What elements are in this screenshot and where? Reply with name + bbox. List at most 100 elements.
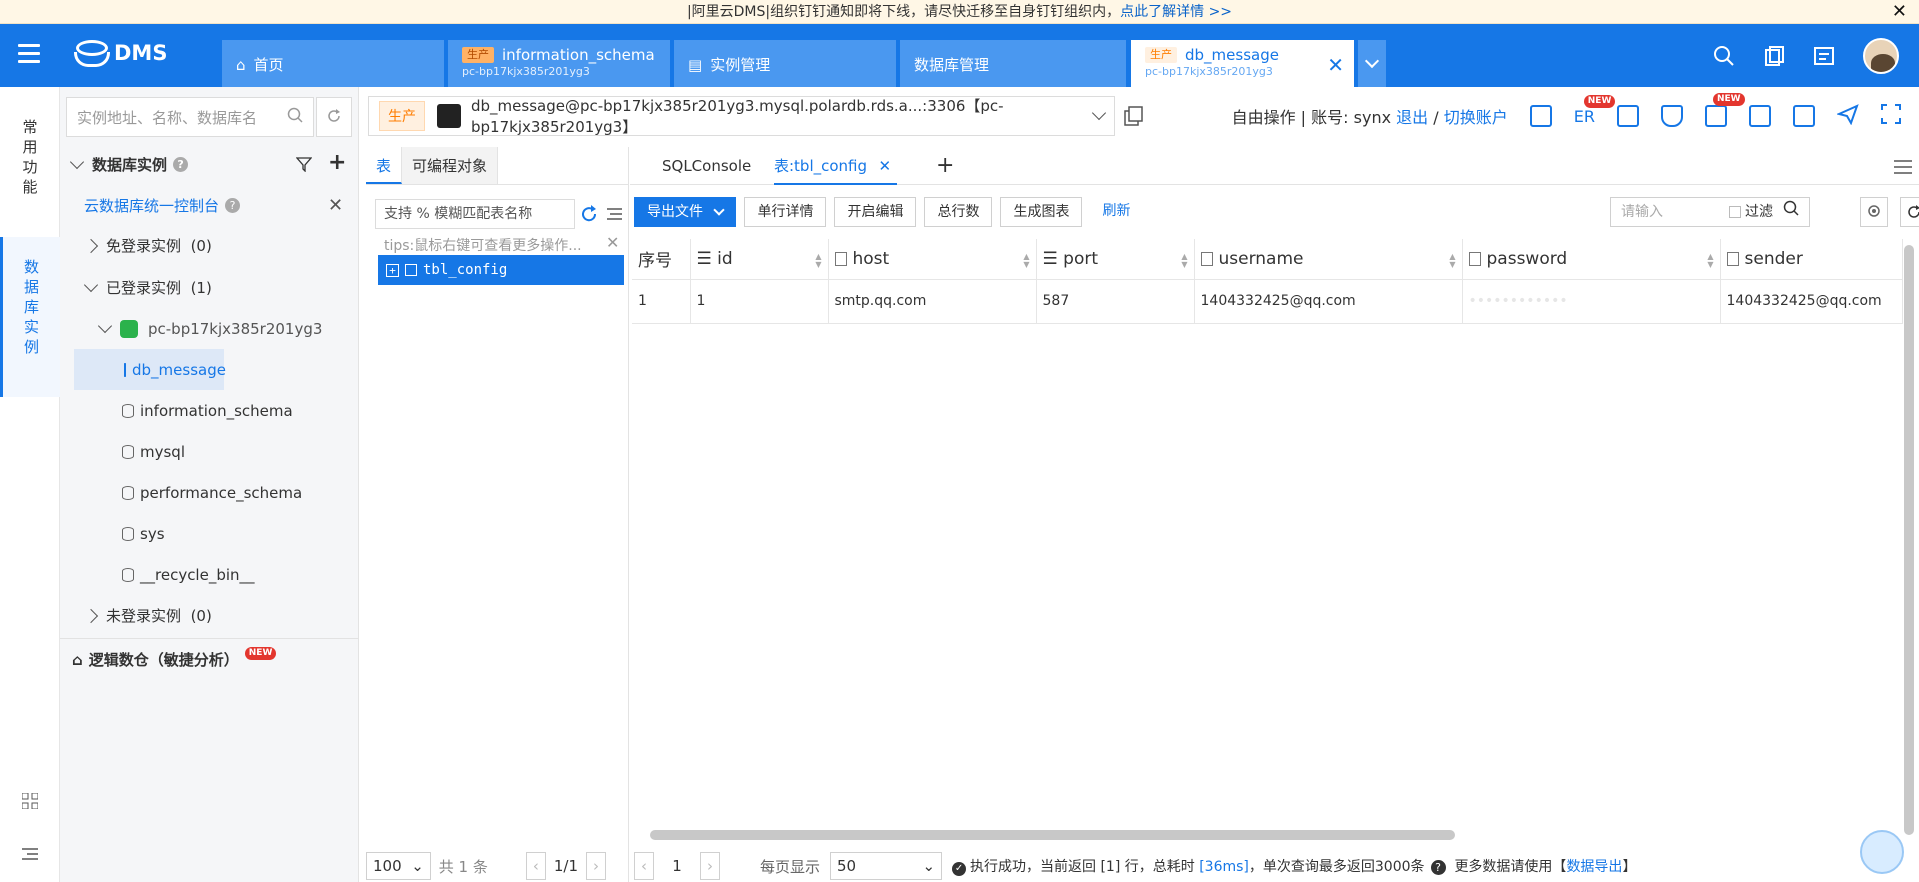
table-cell[interactable]: 1 bbox=[632, 279, 691, 324]
close-icon[interactable]: ✕ bbox=[878, 147, 891, 185]
tab-sql-console[interactable]: SQLConsole bbox=[662, 147, 751, 185]
console-link[interactable]: 云数据库统一控制台 bbox=[84, 195, 219, 216]
add-tab-icon[interactable]: + bbox=[936, 147, 954, 185]
tab-tbl-config[interactable]: 表:tbl_config ✕ bbox=[774, 147, 898, 185]
group-not-logged-in[interactable]: 未登录实例 (0) bbox=[60, 595, 359, 636]
horizontal-scrollbar[interactable] bbox=[650, 830, 1455, 840]
sort-icon[interactable]: ▲ ▼ bbox=[1181, 252, 1187, 269]
instance-selector[interactable]: 生产 db_message@pc-bp17kjx385r201yg3.mysql… bbox=[368, 96, 1115, 136]
sort-icon[interactable]: ▲ ▼ bbox=[815, 252, 821, 269]
send-icon[interactable] bbox=[1835, 103, 1859, 129]
tab-programmable[interactable]: 可编程对象 bbox=[402, 147, 499, 184]
table-item[interactable]: + tbl_config bbox=[378, 255, 624, 285]
copy-icon[interactable] bbox=[1124, 106, 1144, 130]
menu-icon[interactable] bbox=[18, 44, 40, 64]
sort-icon[interactable]: ▲ ▼ bbox=[1707, 252, 1713, 269]
close-icon[interactable]: ✕ bbox=[1892, 0, 1907, 24]
per-page-select[interactable]: 50 ⌄ bbox=[830, 852, 943, 880]
help-icon[interactable]: ? bbox=[225, 198, 241, 213]
next-page-button[interactable]: › bbox=[700, 852, 720, 880]
collapse-icon[interactable] bbox=[22, 847, 38, 865]
er-button[interactable]: ER NEW bbox=[1574, 94, 1616, 126]
menu-icon[interactable] bbox=[1894, 159, 1912, 179]
current-page[interactable]: 1 bbox=[664, 857, 690, 875]
search-icon[interactable] bbox=[1713, 45, 1735, 67]
prev-page-button[interactable]: ‹ bbox=[525, 852, 546, 880]
close-icon[interactable]: ✕ bbox=[328, 195, 343, 216]
table-search-input[interactable]: 支持 % 模糊匹配表名称 bbox=[375, 199, 575, 229]
help-icon[interactable]: ? bbox=[173, 157, 189, 172]
copy-icon[interactable] bbox=[1763, 45, 1785, 67]
logout-link[interactable]: 退出 bbox=[1396, 108, 1428, 127]
column-header[interactable]: ☰ id ▲ ▼ bbox=[690, 239, 829, 280]
notice-link[interactable]: 点此了解详情 >> bbox=[1120, 4, 1232, 20]
total-rows-button[interactable]: 总行数 bbox=[924, 197, 993, 227]
apps-icon[interactable] bbox=[21, 792, 39, 813]
reload-button[interactable] bbox=[1900, 197, 1919, 227]
tab-database-management[interactable]: 数据库管理 bbox=[900, 40, 1126, 87]
sort-icon[interactable]: ▲ ▼ bbox=[1023, 252, 1029, 269]
filter-checkbox[interactable] bbox=[1729, 206, 1741, 218]
list-icon[interactable] bbox=[1793, 105, 1815, 127]
column-header[interactable]: password ▲ ▼ bbox=[1462, 239, 1721, 280]
add-icon[interactable]: + bbox=[328, 150, 346, 175]
table-row[interactable]: 1 1 smtp.qq.com 587 1404332425@qq.com ••… bbox=[632, 279, 1903, 324]
app-logo[interactable]: DMS bbox=[72, 38, 167, 68]
doc-icon[interactable]: NEW bbox=[1705, 93, 1745, 127]
help-icon[interactable]: ? bbox=[1430, 860, 1446, 875]
table-cell[interactable]: •••••••••••• bbox=[1462, 279, 1721, 324]
close-icon[interactable]: ✕ bbox=[606, 233, 619, 252]
search-icon[interactable] bbox=[1783, 198, 1799, 226]
db-item[interactable]: mysql bbox=[60, 431, 359, 472]
chart-icon[interactable] bbox=[1617, 105, 1639, 127]
instance-search-input[interactable]: 实例地址、名称、数据库名 bbox=[66, 97, 314, 137]
tab-home[interactable]: ⌂ 首页 bbox=[222, 40, 444, 87]
column-header[interactable]: host ▲ ▼ bbox=[828, 239, 1037, 280]
group-logged-in[interactable]: 已登录实例 (1) bbox=[60, 267, 359, 308]
settings-button[interactable] bbox=[1860, 197, 1888, 227]
enable-edit-button[interactable]: 开启编辑 bbox=[834, 197, 917, 227]
refresh-button[interactable] bbox=[316, 97, 352, 137]
refresh-icon[interactable] bbox=[580, 205, 598, 227]
instance-node[interactable]: pc-bp17kjx385r201yg3 bbox=[60, 308, 359, 349]
shield-icon[interactable] bbox=[1661, 105, 1683, 127]
column-header[interactable]: ☰ port ▲ ▼ bbox=[1036, 239, 1195, 280]
table-icon[interactable] bbox=[1529, 105, 1552, 127]
filter-icon[interactable] bbox=[295, 156, 313, 176]
filter-input[interactable]: 请输入 过滤 bbox=[1610, 197, 1810, 227]
table-cell[interactable]: 587 bbox=[1036, 279, 1195, 324]
logic-db-row[interactable]: ⌂ 逻辑数仓（敏捷分析） NEW bbox=[60, 639, 359, 680]
section-header[interactable]: 数据库实例 ? + bbox=[60, 144, 359, 185]
tabs-more-button[interactable] bbox=[1358, 40, 1386, 87]
column-header[interactable]: sender bbox=[1720, 239, 1903, 280]
table-cell[interactable]: 1404332425@qq.com bbox=[1194, 279, 1463, 324]
data-export-link[interactable]: 数据导出 bbox=[1566, 859, 1622, 875]
avatar[interactable] bbox=[1863, 38, 1899, 74]
page-size-select[interactable]: 100 ⌄ bbox=[366, 852, 431, 880]
tab-tables[interactable]: 表 bbox=[366, 147, 403, 184]
tab-instance-management[interactable]: ▤ 实例管理 bbox=[674, 40, 896, 87]
export-button[interactable]: 导出文件 bbox=[634, 197, 737, 227]
db-item[interactable]: db_message bbox=[74, 349, 226, 390]
refresh-link[interactable]: 刷新 bbox=[1090, 197, 1143, 227]
sort-icon[interactable]: ▲ ▼ bbox=[1449, 252, 1455, 269]
list-icon[interactable] bbox=[604, 205, 622, 227]
assistant-icon[interactable] bbox=[1860, 830, 1904, 874]
rail-db-instance[interactable]: 数据库实例 bbox=[0, 237, 60, 397]
table-cell[interactable]: smtp.qq.com bbox=[828, 279, 1037, 324]
expand-icon[interactable]: + bbox=[386, 263, 399, 277]
table-cell[interactable]: 1404332425@qq.com bbox=[1720, 279, 1903, 324]
close-icon[interactable]: ✕ bbox=[1327, 53, 1344, 77]
db-item[interactable]: __recycle_bin__ bbox=[60, 554, 359, 595]
console-link-row[interactable]: 云数据库统一控制台 ? ✕ bbox=[60, 185, 359, 226]
db-item[interactable]: sys bbox=[60, 513, 359, 554]
column-header[interactable]: username ▲ ▼ bbox=[1194, 239, 1463, 280]
db-item[interactable]: performance_schema bbox=[60, 472, 359, 513]
gen-chart-button[interactable]: 生成图表 bbox=[1000, 197, 1083, 227]
rail-common-functions[interactable]: 常用功能 bbox=[0, 117, 60, 197]
fullscreen-icon[interactable] bbox=[1881, 104, 1901, 128]
ticket-icon[interactable] bbox=[1813, 45, 1835, 67]
db-item[interactable]: information_schema bbox=[60, 390, 359, 431]
group-free-login[interactable]: 免登录实例 (0) bbox=[60, 225, 359, 266]
switch-account-link[interactable]: 切换账户 bbox=[1444, 108, 1508, 127]
